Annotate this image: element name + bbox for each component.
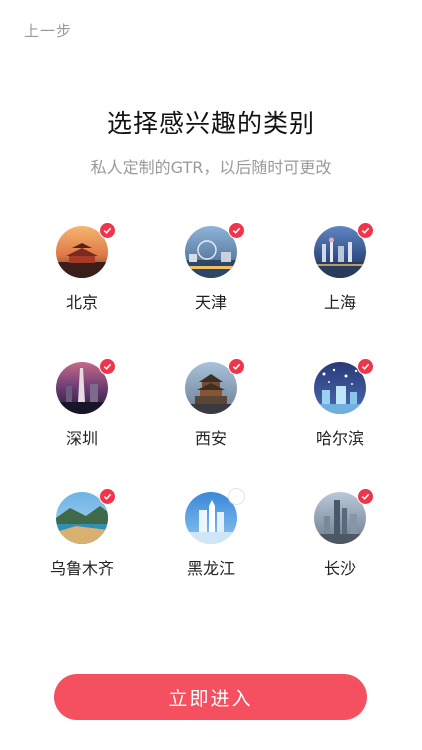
selected-check-icon[interactable] — [357, 222, 374, 239]
city-item-harbin[interactable]: 哈尔滨 — [280, 358, 400, 449]
city-item-beijing[interactable]: 北京 — [22, 222, 142, 313]
enter-button[interactable]: 立即进入 — [54, 674, 367, 720]
category-picker-screen: 上一步 选择感兴趣的类别 私人定制的GTR，以后随时可更改 北京 天津 上海 深… — [0, 0, 422, 750]
selected-check-icon[interactable] — [357, 488, 374, 505]
city-item-changsha[interactable]: 长沙 — [280, 488, 400, 579]
city-name: 北京 — [65, 293, 98, 312]
selected-check-icon[interactable] — [228, 222, 245, 239]
selected-check-icon[interactable] — [357, 358, 374, 375]
city-item-xian[interactable]: 西安 — [151, 358, 271, 449]
city-item-shenzhen[interactable]: 深圳 — [22, 358, 142, 449]
city-name: 乌鲁木齐 — [49, 559, 114, 578]
city-avatar — [185, 222, 245, 278]
selected-check-icon[interactable] — [228, 358, 245, 375]
city-name: 长沙 — [323, 559, 356, 578]
city-name: 西安 — [194, 429, 227, 448]
city-item-heilongjiang[interactable]: 黑龙江 — [151, 488, 271, 579]
city-item-shanghai[interactable]: 上海 — [280, 222, 400, 313]
city-name: 天津 — [194, 293, 227, 312]
city-avatar — [56, 222, 116, 278]
selected-check-icon[interactable] — [99, 358, 116, 375]
city-avatar — [314, 222, 374, 278]
city-name: 上海 — [323, 293, 356, 312]
city-item-tianjin[interactable]: 天津 — [151, 222, 271, 313]
page-subtitle: 私人定制的GTR，以后随时可更改 — [90, 158, 332, 177]
city-avatar — [314, 358, 374, 414]
back-link[interactable]: 上一步 — [24, 20, 72, 41]
page-title: 选择感兴趣的类别 — [106, 109, 315, 138]
city-avatar — [56, 488, 116, 544]
selected-check-icon[interactable] — [99, 222, 116, 239]
selected-check-icon[interactable] — [99, 488, 116, 505]
city-item-urumqi[interactable]: 乌鲁木齐 — [22, 488, 142, 579]
city-name: 黑龙江 — [186, 559, 235, 578]
city-name: 哈尔滨 — [315, 429, 364, 448]
city-avatar — [185, 358, 245, 414]
city-avatar — [314, 488, 374, 544]
city-name: 深圳 — [65, 429, 98, 448]
unselected-check-icon[interactable] — [228, 488, 245, 505]
city-avatar — [56, 358, 116, 414]
city-avatar — [185, 488, 245, 544]
